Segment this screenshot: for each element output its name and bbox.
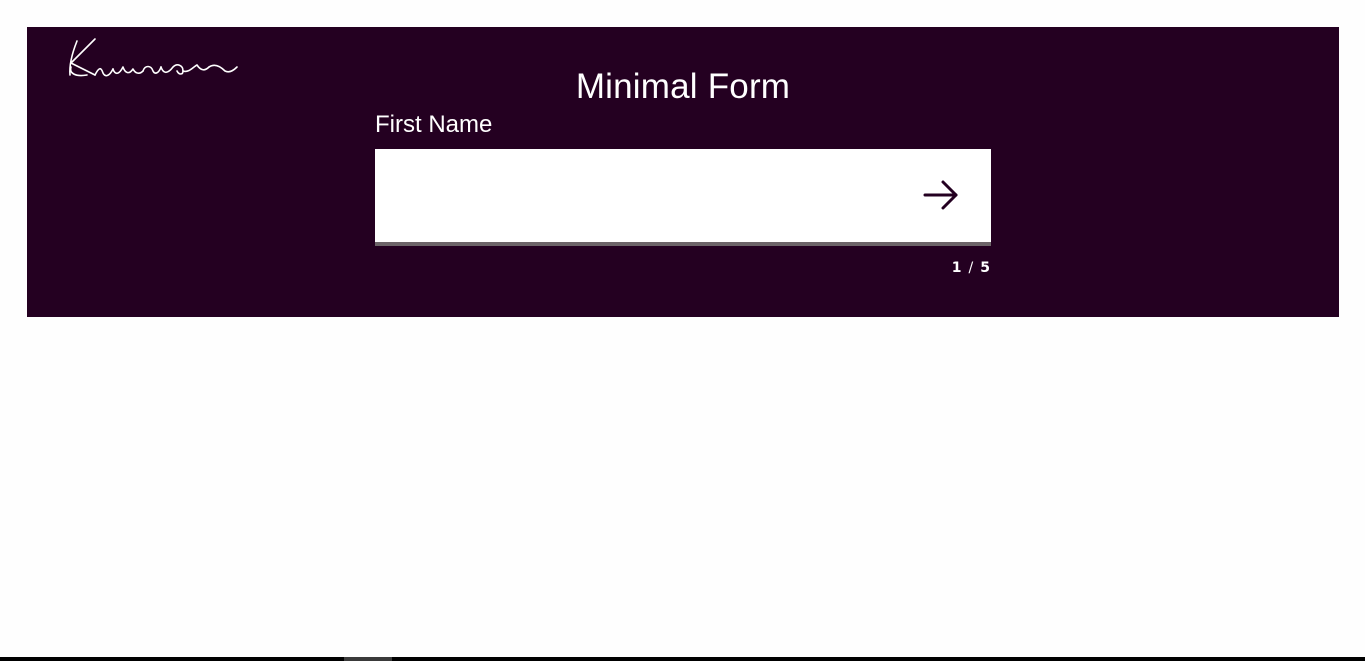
total-steps: 5 xyxy=(980,260,991,276)
current-step: 1 xyxy=(951,260,963,276)
first-name-label[interactable]: First Name xyxy=(375,111,492,139)
page-title: Minimal Form xyxy=(575,67,791,106)
form-section: Minimal Form First Name 1 / 5 xyxy=(27,27,1339,317)
first-name-field-container xyxy=(375,149,991,246)
page: Minimal Form First Name 1 / 5 xyxy=(0,0,1365,661)
scrollbar-thumb[interactable] xyxy=(344,657,392,661)
first-name-input[interactable] xyxy=(375,149,905,242)
step-counter: 1 / 5 xyxy=(952,260,991,276)
next-button[interactable] xyxy=(921,176,961,214)
arrow-right-icon xyxy=(923,180,958,210)
horizontal-scrollbar[interactable] xyxy=(0,657,1365,661)
step-separator: / xyxy=(968,260,975,276)
